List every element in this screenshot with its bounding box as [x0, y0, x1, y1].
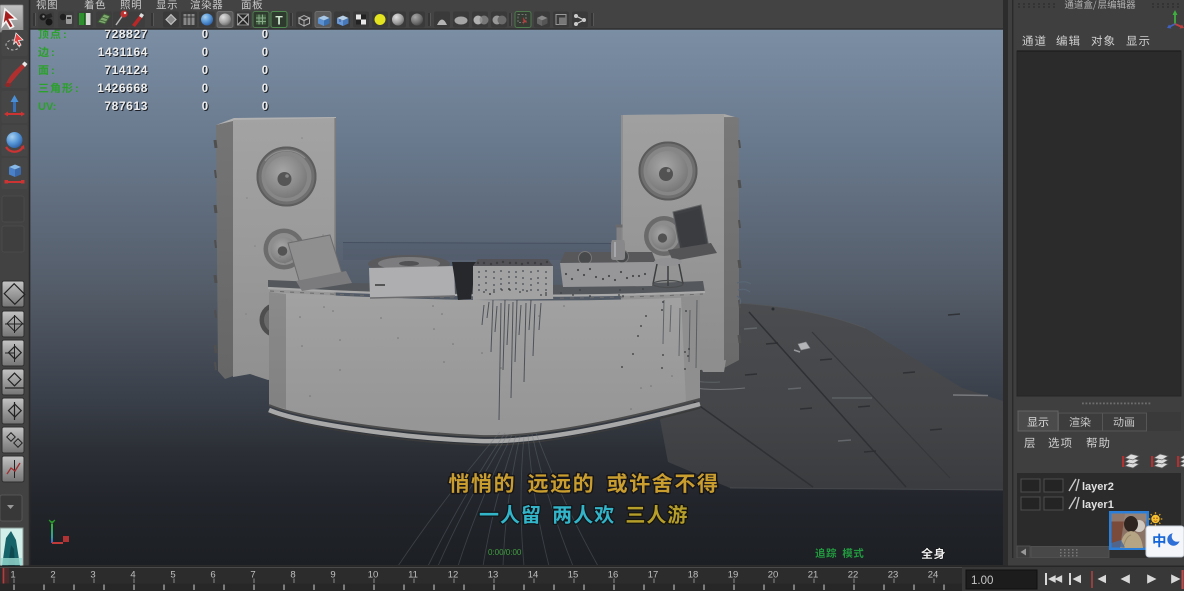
svg-text:22: 22: [848, 570, 859, 581]
svg-text:0: 0: [262, 65, 268, 77]
svg-text:24: 24: [928, 570, 939, 581]
svg-text:7: 7: [250, 570, 255, 581]
svg-text:0:00/0:00: 0:00/0:00: [488, 548, 522, 557]
svg-text:layer2: layer2: [1082, 481, 1114, 493]
svg-text:14: 14: [528, 570, 539, 581]
svg-text:19: 19: [728, 570, 739, 581]
svg-text:10: 10: [368, 570, 379, 581]
svg-text:T: T: [275, 14, 283, 28]
svg-text:13: 13: [488, 570, 499, 581]
svg-text:11: 11: [408, 570, 418, 581]
svg-text:UV:: UV:: [38, 101, 56, 113]
svg-text:12: 12: [448, 570, 459, 581]
svg-text:0: 0: [202, 101, 208, 113]
svg-text:17: 17: [648, 570, 659, 581]
svg-text:1426668: 1426668: [97, 81, 148, 95]
svg-text:0: 0: [262, 47, 268, 59]
svg-text::: :: [51, 65, 55, 77]
svg-text:0: 0: [202, 47, 208, 59]
svg-text:0: 0: [202, 83, 208, 95]
svg-text:23: 23: [888, 570, 899, 581]
svg-text:714124: 714124: [104, 63, 148, 77]
svg-text::: :: [75, 83, 79, 95]
svg-text:21: 21: [808, 570, 819, 581]
svg-text:1.00: 1.00: [971, 575, 993, 587]
svg-text::: :: [51, 47, 55, 59]
svg-text:8: 8: [290, 570, 295, 581]
svg-text:0: 0: [262, 29, 268, 41]
svg-text:9: 9: [330, 570, 335, 581]
svg-text:16: 16: [608, 570, 619, 581]
svg-text:3: 3: [90, 570, 95, 581]
svg-text:0: 0: [262, 101, 268, 113]
svg-text:1431164: 1431164: [98, 45, 148, 59]
svg-text:0: 0: [262, 83, 268, 95]
svg-text:4: 4: [130, 570, 135, 581]
svg-text:20: 20: [768, 570, 779, 581]
svg-text:0: 0: [202, 65, 208, 77]
svg-text:1: 1: [10, 570, 15, 581]
svg-text:18: 18: [688, 570, 699, 581]
svg-text::: :: [63, 29, 67, 41]
svg-text:6: 6: [210, 570, 215, 581]
svg-text:2: 2: [50, 570, 55, 581]
svg-text:5: 5: [170, 570, 175, 581]
svg-text:15: 15: [568, 570, 579, 581]
svg-text:layer1: layer1: [1082, 499, 1114, 511]
svg-text:787613: 787613: [104, 99, 148, 113]
svg-text:0: 0: [202, 29, 208, 41]
